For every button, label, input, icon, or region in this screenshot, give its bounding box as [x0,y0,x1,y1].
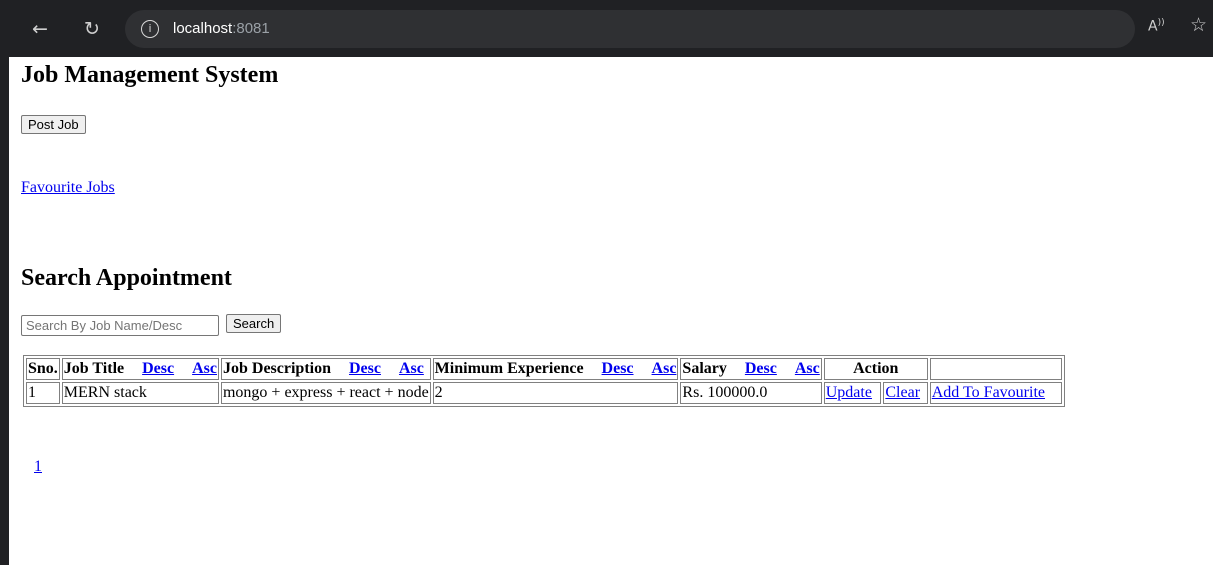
url-port: :8081 [232,20,270,37]
header-job-description: Job Description Desc Asc [220,358,431,380]
window-edge [0,57,9,565]
sort-job-title-asc-link[interactable]: Asc [192,360,217,377]
cell-job-description: mongo + express + react + node [220,382,431,404]
url-text: localhost:8081 [173,20,270,37]
read-aloud-icon[interactable]: A)) [1148,18,1165,35]
sort-salary-desc-link[interactable]: Desc [745,360,777,377]
browser-toolbar: ← ↻ i localhost:8081 A)) ☆ [0,0,1213,57]
search-input[interactable] [21,315,219,336]
page-link-1[interactable]: 1 [34,458,42,475]
cell-clear: Clear [883,382,928,404]
header-job-title: Job Title Desc Asc [61,358,219,380]
url-host: localhost [173,20,233,37]
update-link[interactable]: Update [826,384,872,401]
sort-min-experience-asc-link[interactable]: Asc [652,360,677,377]
header-job-description-label: Job Description [222,360,331,377]
cell-job-title: MERN stack [61,382,219,404]
cell-add-favourite: Add To Favourite [929,382,1062,404]
search-title: Search Appointment [21,265,232,291]
table-header-row: Sno. Job Title Desc Asc Job Description … [26,358,1062,380]
clear-link[interactable]: Clear [885,384,920,401]
sort-job-title-desc-link[interactable]: Desc [142,360,174,377]
sort-salary-asc-link[interactable]: Asc [795,360,820,377]
header-salary-label: Salary [682,360,727,377]
header-min-experience-label: Minimum Experience [434,360,584,377]
cell-update: Update [823,382,882,404]
cell-salary: Rs. 100000.0 [680,382,822,404]
favorite-star-icon[interactable]: ☆ [1190,14,1207,36]
header-job-title-label: Job Title [63,360,125,377]
header-action: Action [823,358,928,380]
cell-min-experience: 2 [432,382,679,404]
info-icon[interactable]: i [141,20,159,38]
sort-job-description-desc-link[interactable]: Desc [349,360,381,377]
page-content: Job Management System Post Job Favourite… [21,62,1201,475]
header-salary: Salary Desc Asc [680,358,822,380]
address-bar[interactable]: i localhost:8081 [125,10,1135,48]
post-job-button[interactable]: Post Job [21,115,86,134]
cell-sno: 1 [26,382,60,404]
jobs-table: Sno. Job Title Desc Asc Job Description … [23,355,1065,407]
add-to-favourite-link[interactable]: Add To Favourite [932,384,1045,401]
pagination: 1 [34,458,42,476]
page-title: Job Management System [21,62,279,88]
back-arrow-icon[interactable]: ← [28,17,52,41]
header-sno: Sno. [26,358,60,380]
header-min-experience: Minimum Experience Desc Asc [432,358,679,380]
sort-job-description-asc-link[interactable]: Asc [399,360,424,377]
reload-icon[interactable]: ↻ [80,17,104,41]
search-button[interactable]: Search [226,314,282,333]
favourite-jobs-link[interactable]: Favourite Jobs [21,179,115,197]
header-empty [929,358,1062,380]
sort-min-experience-desc-link[interactable]: Desc [602,360,634,377]
table-row: 1 MERN stack mongo + express + react + n… [26,382,1062,404]
